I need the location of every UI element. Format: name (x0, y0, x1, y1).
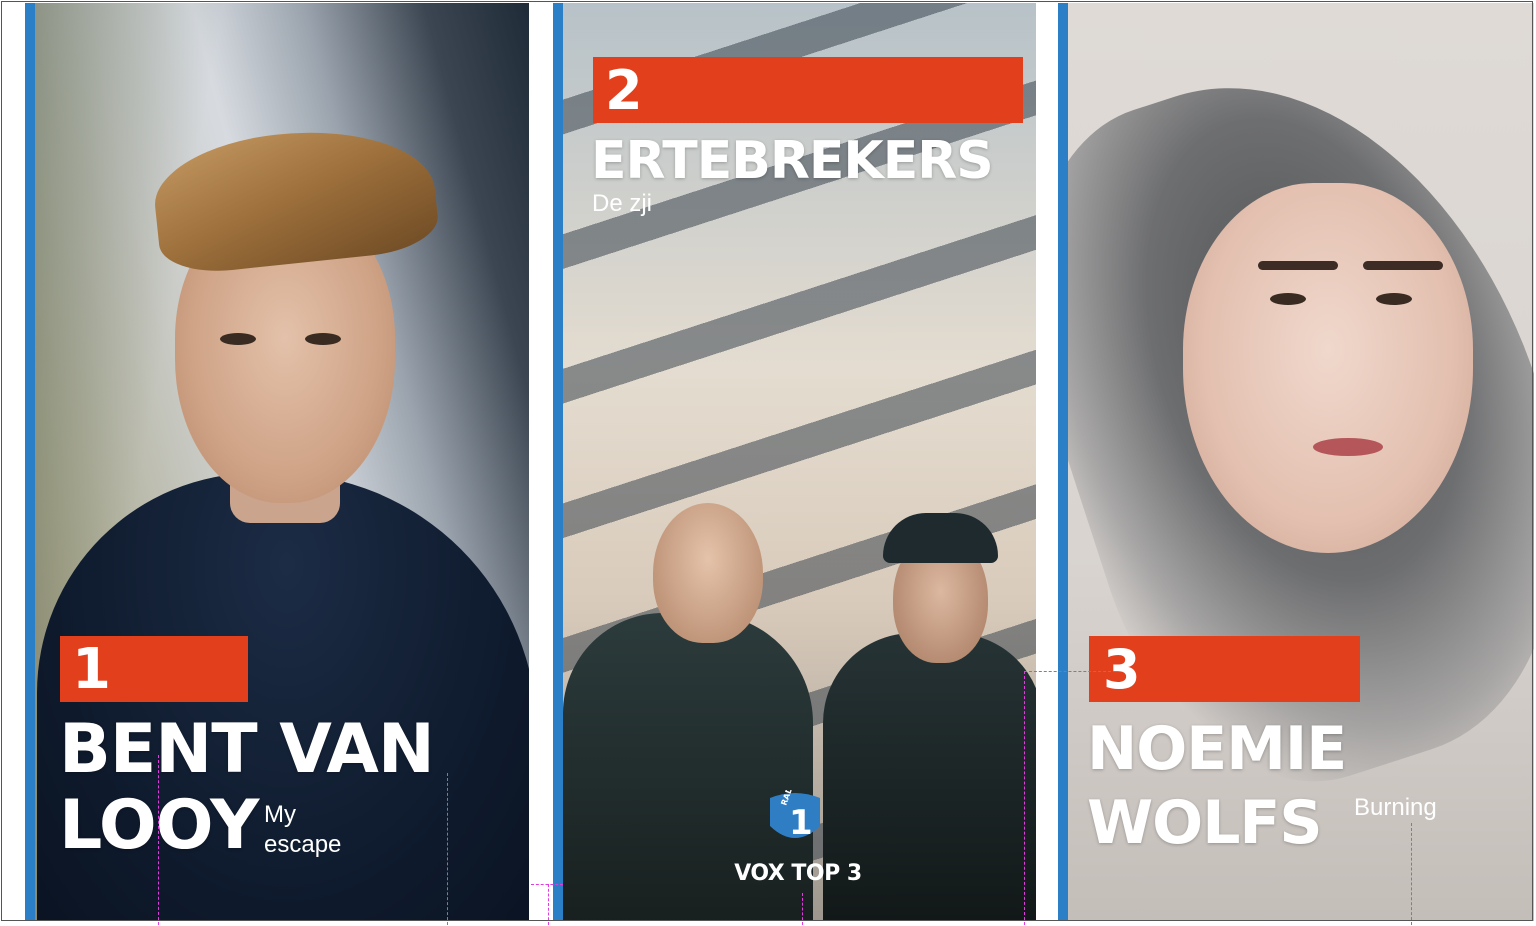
guide-line (531, 884, 563, 885)
guide-line (158, 755, 159, 925)
artist-name: ERTEBREKERS (591, 131, 994, 191)
rank-number: 1 (72, 636, 111, 702)
rank-number: 3 (1103, 637, 1141, 701)
rank-badge: 2 (593, 57, 1023, 123)
rank-badge: 3 (1089, 636, 1360, 702)
rank-badge: 1 (60, 636, 248, 702)
song-title-line-1: My (264, 801, 296, 828)
card-accent-stripe (25, 3, 35, 921)
chart-card-2[interactable]: 2 ERTEBREKERS De zji RADIO 1 VOX TOP 3 (553, 3, 1036, 921)
guide-line (802, 893, 803, 925)
card-accent-stripe (1058, 3, 1068, 921)
artist-name-line-1: BENT VAN (59, 710, 435, 789)
rank-number: 2 (605, 58, 643, 122)
song-title: De zji (592, 190, 653, 217)
artist-name-line-2: WOLFS (1087, 788, 1323, 858)
artist-photo-left (563, 503, 813, 921)
artist-name: BENT VAN LOOY (59, 710, 435, 865)
guide-line (548, 884, 549, 925)
radio1-logo-icon: RADIO 1 (770, 790, 820, 843)
song-title-line-2: escape (264, 831, 342, 858)
song-title: My escape (264, 800, 341, 860)
artist-name-line-2: LOOY (59, 786, 259, 865)
guide-line (1024, 671, 1116, 672)
guide-line (447, 773, 448, 925)
guide-line (1411, 823, 1412, 925)
guide-line (1024, 671, 1025, 925)
artist-name: NOEMIE WOLFS (1087, 714, 1347, 858)
chart-card-3[interactable]: 3 NOEMIE WOLFS Burning (1058, 3, 1534, 921)
artist-name-line-1: NOEMIE (1087, 714, 1347, 784)
artist-photo-right (823, 513, 1036, 921)
vox-top-3-caption: VOX TOP 3 (734, 861, 862, 886)
card-accent-stripe (553, 3, 563, 921)
chart-card-1[interactable]: 1 BENT VAN LOOY My escape (25, 3, 529, 921)
song-title: Burning (1354, 794, 1437, 821)
svg-text:1: 1 (789, 803, 813, 843)
